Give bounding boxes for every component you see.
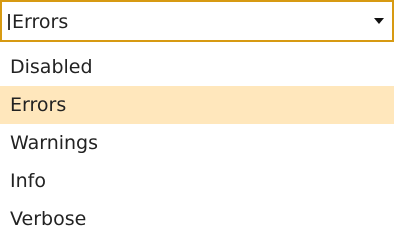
- log-level-dropdown: Errors Disabled Errors Warnings Info Ver…: [0, 0, 398, 242]
- chevron-down-icon[interactable]: [372, 12, 386, 30]
- option-disabled[interactable]: Disabled: [0, 48, 394, 86]
- cursor-marker-icon: [8, 14, 10, 30]
- option-warnings[interactable]: Warnings: [0, 124, 394, 162]
- option-errors[interactable]: Errors: [0, 86, 394, 124]
- dropdown-options: Disabled Errors Warnings Info Verbose: [0, 48, 394, 238]
- option-info[interactable]: Info: [0, 162, 394, 200]
- log-level-select[interactable]: Errors: [0, 0, 394, 42]
- selected-value: Errors: [12, 11, 69, 33]
- option-verbose[interactable]: Verbose: [0, 200, 394, 238]
